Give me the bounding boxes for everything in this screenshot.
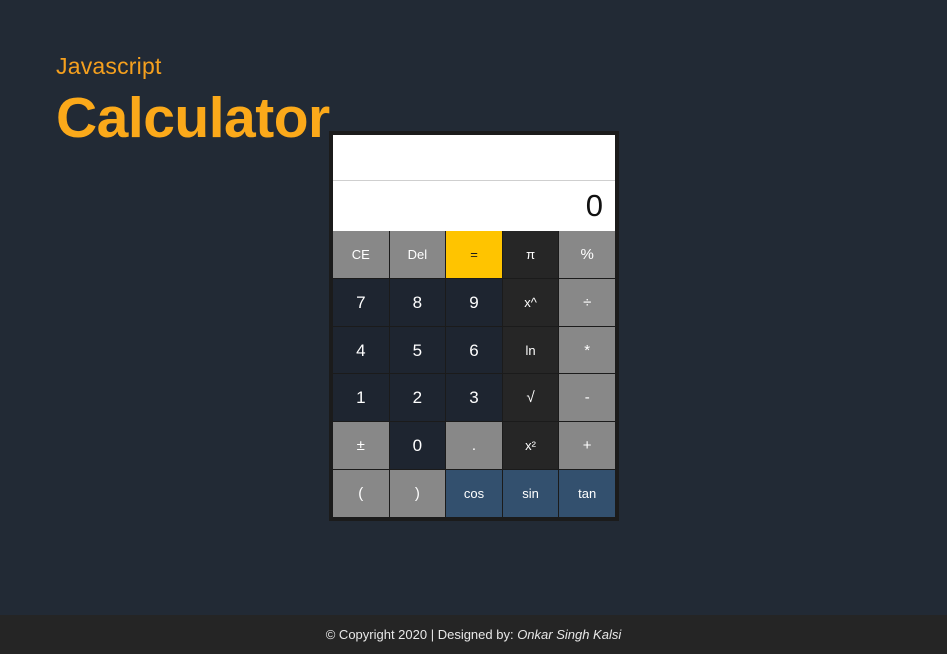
key-delete[interactable]: Del [389,231,446,278]
key-9[interactable]: 9 [446,278,502,326]
key-equals[interactable]: = [446,231,502,278]
key-close-paren[interactable]: ) [389,470,446,517]
key-decimal[interactable]: . [446,422,502,470]
calculator-keypad: CE Del = π% 7 8 9 x^ ÷ 4 5 6 ln * 1 2 3 √ - ±0. x² + () cos sin t… [333,231,615,517]
key-divide[interactable]: ÷ [559,278,615,326]
key-pi[interactable]: π [502,231,559,278]
calculator-display: 0 [333,135,615,231]
key-cosine[interactable]: cos [446,470,502,517]
key-square-root[interactable]: √ [502,374,559,422]
key-multiply[interactable]: * [559,326,615,374]
result-display[interactable]: 0 [333,181,615,231]
key-power[interactable]: x^ [502,278,559,326]
key-7[interactable]: 7 [333,278,389,326]
footer-text: © Copyright 2020 | Designed by: Onkar Si… [326,627,622,642]
key-clear-entry[interactable]: CE [333,231,389,278]
page-subtitle: Javascript [56,53,162,79]
key-3[interactable]: 3 [446,374,502,422]
page-heading: Javascript Calculator [56,53,330,151]
key-square[interactable]: x² [502,422,559,470]
key-4[interactable]: 4 [333,326,389,374]
key-tangent[interactable]: tan [559,470,615,517]
expression-display[interactable] [333,135,615,180]
key-natural-log[interactable]: ln [502,326,559,374]
key-0[interactable]: 0 [389,422,446,470]
key-2[interactable]: 2 [389,374,446,422]
key-8[interactable]: 8 [389,278,446,326]
key-sign-toggle[interactable]: ± [333,422,389,470]
calculator-widget: 0 CE Del = π% 7 8 9 x^ ÷ 4 5 6 ln * 1 2 3 √ - ±0. x² + () cos si… [329,131,619,521]
key-6[interactable]: 6 [446,326,502,374]
key-percent[interactable]: % [559,231,615,278]
page-title: Calculator [56,86,330,151]
page-footer: © Copyright 2020 | Designed by: Onkar Si… [0,615,947,654]
key-sine[interactable]: sin [502,470,559,517]
footer-author: Onkar Singh Kalsi [517,627,622,642]
footer-copyright: © Copyright 2020 | Designed by: [325,627,518,642]
key-add[interactable]: + [559,422,615,470]
key-subtract[interactable]: - [559,374,615,422]
key-open-paren[interactable]: ( [333,470,389,517]
key-1[interactable]: 1 [333,374,389,422]
key-5[interactable]: 5 [389,326,446,374]
